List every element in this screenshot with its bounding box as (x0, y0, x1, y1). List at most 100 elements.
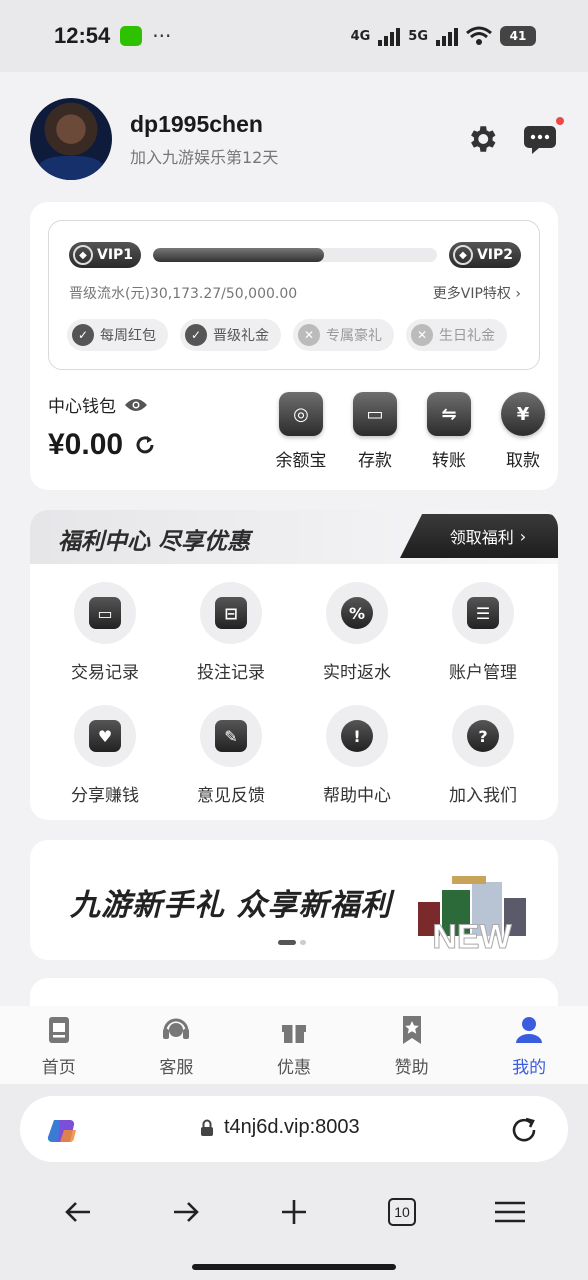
welfare-item[interactable]: ▭ 交易记录 (42, 582, 168, 683)
vip-perk-label: 每周红包 (100, 328, 156, 344)
handshake-heart-icon: ♥ (74, 705, 136, 767)
promo-banner[interactable]: 九游新手礼 众享新福利 NEW (30, 840, 558, 960)
welfare-item[interactable]: % 实时返水 (294, 582, 420, 683)
chevron-right-icon: › (519, 526, 527, 546)
vip-perk-chip[interactable]: ✓ 每周红包 (67, 319, 168, 351)
reload-icon[interactable] (508, 1114, 540, 1146)
home-doc-icon (48, 1016, 69, 1043)
battery-icon: 41 (500, 26, 536, 46)
wallet-balance: ¥0.00 (48, 428, 157, 462)
settings-button[interactable] (464, 121, 500, 157)
wallet-action-button[interactable]: ⇋ 转账 (426, 392, 472, 471)
tabs-button[interactable]: 10 (380, 1190, 424, 1234)
welfare-item[interactable]: ✎ 意见反馈 (168, 705, 294, 806)
carousel-indicator (278, 940, 306, 945)
vip-progress-bar (153, 248, 437, 262)
svg-text:NEW: NEW (432, 918, 512, 952)
percent-badge-icon: % (326, 582, 388, 644)
diamond-icon: ◆ (73, 245, 93, 265)
vip-perk-chip[interactable]: ✓ 晋级礼金 (180, 319, 281, 351)
clock: 12:54 (54, 23, 111, 48)
person-icon (516, 1016, 543, 1043)
tab-3[interactable]: 赞助 (353, 1006, 471, 1084)
tab-label: 首页 (41, 1057, 76, 1078)
welfare-item[interactable]: ♥ 分享赚钱 (42, 705, 168, 806)
copilot-icon[interactable] (46, 1114, 80, 1148)
url-text: t4nj6d.vip:8003 (224, 1116, 360, 1138)
check-icon: ✓ (185, 324, 207, 346)
notification-dot (556, 117, 564, 125)
tab-label: 优惠 (276, 1057, 311, 1078)
wifi-icon (466, 26, 492, 45)
vip-perk-chip[interactable]: ✕ 生日礼金 (406, 319, 507, 351)
signal-icon (378, 26, 401, 46)
wallet-action-label: 取款 (506, 451, 540, 471)
welfare-item[interactable]: ? 加入我们 (420, 705, 546, 806)
claim-welfare-button[interactable]: 领取福利 › (400, 514, 558, 558)
tab-4[interactable]: 我的 (470, 1006, 588, 1084)
welfare-title: 福利中心 尽享优惠 (58, 529, 251, 555)
gear-icon (471, 126, 496, 152)
new-tab-button[interactable] (272, 1190, 316, 1234)
wallet-action-label: 存款 (358, 451, 392, 471)
gift-boxes-illustration: NEW (418, 876, 526, 952)
wallet-action-label: 转账 (432, 451, 466, 471)
vip-current-badge: ◆ VIP1 (69, 242, 142, 268)
more-vip-privileges-link[interactable]: 更多VIP特权 › (433, 283, 521, 303)
tab-label: 赞助 (394, 1057, 429, 1078)
calendar-icon: ⊟ (200, 582, 262, 644)
bookmark-star-icon (402, 1015, 421, 1044)
wallet-action-button[interactable]: ¥ 取款 (500, 392, 546, 471)
welfare-item-label: 实时返水 (323, 663, 391, 683)
hamburger-icon (495, 1201, 525, 1223)
locked-x-icon: ✕ (411, 324, 433, 346)
tab-2[interactable]: 优惠 (235, 1006, 353, 1084)
welfare-item[interactable]: ! 帮助中心 (294, 705, 420, 806)
wallet-icon: ▭ (353, 392, 397, 436)
welfare-item-label: 加入我们 (449, 786, 517, 806)
lock-icon (201, 1119, 213, 1136)
wallet-action-label: 余额宝 (275, 451, 327, 471)
network-4g-label: 4G (350, 28, 371, 44)
eye-icon[interactable] (124, 397, 148, 413)
vip-perk-chip[interactable]: ✕ 专属豪礼 (293, 319, 394, 351)
diamond-icon: ◆ (452, 245, 473, 265)
address-bar[interactable]: t4nj6d.vip:8003 (20, 1096, 568, 1162)
welfare-item[interactable]: ⊟ 投注记录 (168, 582, 294, 683)
vip-progress-panel[interactable]: ◆ VIP1 ◆ VIP2 晋级流水(元)30,173.27/50,000.00 更… (48, 220, 540, 370)
vip-progress-fill (153, 248, 325, 262)
transfer-icon: ⇋ (427, 392, 471, 436)
vip-flow-text: 晋级流水(元)30,173.27/50,000.00 (69, 286, 298, 302)
network-5g-label: 5G (408, 28, 428, 44)
tab-1[interactable]: 客服 (118, 1006, 236, 1084)
messages-button[interactable] (522, 117, 564, 157)
vip-perk-label: 生日礼金 (439, 328, 495, 344)
welfare-item-label: 意见反馈 (197, 786, 265, 806)
welfare-center-card: 福利中心 尽享优惠 领取福利 › ▭ 交易记录 ⊟ 投注记录% 实时返水 ☰ 账户管理 ♥ 分享赚… (30, 510, 558, 820)
tab-count-icon: 10 (388, 1198, 416, 1226)
wallet-title: 中心钱包 (48, 392, 148, 417)
tab-label: 我的 (512, 1057, 547, 1078)
home-indicator[interactable] (192, 1264, 396, 1270)
profile-header: dp1995chen 加入九游娱乐第12天 (30, 96, 564, 182)
menu-button[interactable] (488, 1190, 532, 1234)
vault-icon: ◎ (279, 392, 323, 436)
headset-icon (163, 1018, 190, 1039)
edit-note-icon: ✎ (200, 705, 262, 767)
welfare-item-label: 帮助中心 (323, 786, 391, 806)
back-button[interactable] (56, 1190, 100, 1234)
welfare-item[interactable]: ☰ 账户管理 (420, 582, 546, 683)
refresh-icon[interactable] (133, 433, 157, 457)
wallet-action-button[interactable]: ▭ 存款 (352, 392, 398, 471)
avatar[interactable] (30, 98, 112, 180)
status-bar: 12:54 ··· 4G 5G 41 (0, 0, 588, 72)
check-icon: ✓ (72, 324, 94, 346)
locked-x-icon: ✕ (298, 324, 320, 346)
forward-button[interactable] (164, 1190, 208, 1234)
wechat-notification-icon (120, 26, 143, 46)
question-icon: ? (452, 705, 514, 767)
tab-0[interactable]: 首页 (0, 1006, 118, 1084)
wallet-action-button[interactable]: ◎ 余额宝 (275, 392, 327, 471)
id-card-icon: ☰ (452, 582, 514, 644)
browser-chrome: t4nj6d.vip:8003 10 (0, 1084, 588, 1280)
